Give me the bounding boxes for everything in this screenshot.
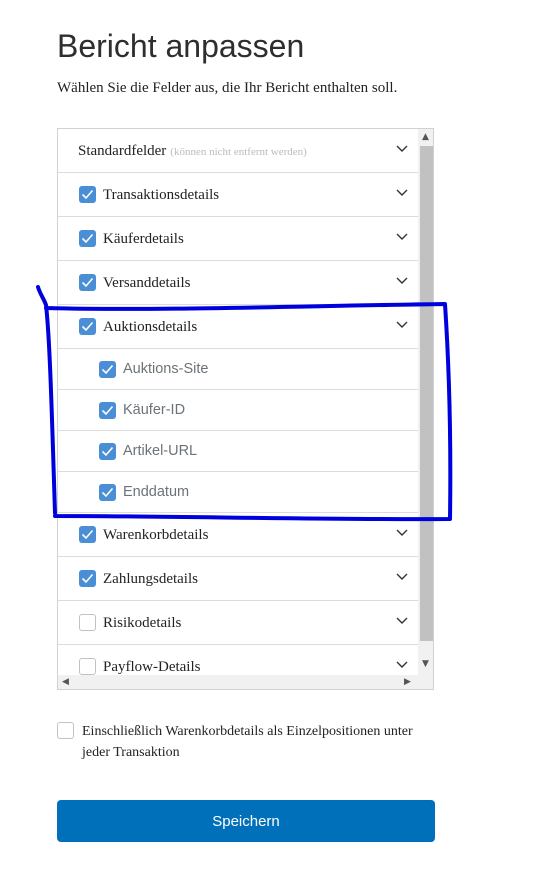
field-row-kaeuferdetails[interactable]: Käuferdetails bbox=[58, 217, 418, 261]
chevron-down-icon[interactable] bbox=[396, 233, 408, 241]
field-row-auktionsdetails[interactable]: Auktionsdetails bbox=[58, 305, 418, 349]
subfield-row-artikel-url[interactable]: Artikel-URL bbox=[58, 431, 418, 472]
save-button[interactable]: Speichern bbox=[57, 800, 435, 842]
field-label: Warenkorbdetails bbox=[103, 527, 209, 543]
field-row-warenkorbdetails[interactable]: Warenkorbdetails bbox=[58, 513, 418, 557]
subfield-row-enddatum[interactable]: Enddatum bbox=[58, 472, 418, 513]
vertical-scrollbar[interactable]: ▲ ▼ bbox=[418, 129, 433, 675]
chevron-down-icon[interactable] bbox=[396, 277, 408, 285]
field-list-panel: Standardfelder (können nicht entfernt wer… bbox=[57, 128, 434, 690]
field-row-risikodetails[interactable]: Risikodetails bbox=[58, 601, 418, 645]
scroll-left-icon[interactable]: ◀ bbox=[62, 677, 69, 687]
page-subtitle: Wählen Sie die Felder aus, die Ihr Beric… bbox=[57, 80, 398, 96]
checkbox[interactable] bbox=[79, 274, 96, 291]
subfield-label: Artikel-URL bbox=[123, 443, 198, 459]
checkbox[interactable] bbox=[79, 186, 96, 203]
field-label: Risikodetails bbox=[103, 615, 182, 631]
scroll-right-icon[interactable]: ▶ bbox=[404, 677, 411, 687]
checkbox[interactable] bbox=[79, 658, 96, 675]
checkbox[interactable] bbox=[79, 526, 96, 543]
chevron-down-icon[interactable] bbox=[396, 145, 408, 153]
checkbox[interactable] bbox=[99, 361, 116, 378]
chevron-down-icon[interactable] bbox=[396, 189, 408, 197]
standard-fields-hint: (können nicht entfernt werden) bbox=[170, 146, 307, 158]
include-cart-details-checkbox[interactable] bbox=[57, 722, 74, 739]
subfield-label: Auktions-Site bbox=[123, 361, 209, 377]
subfield-row-auktions-site[interactable]: Auktions-Site bbox=[58, 349, 418, 390]
field-label: Auktionsdetails bbox=[103, 319, 198, 335]
checkbox[interactable] bbox=[79, 614, 96, 631]
page-title: Bericht anpassen bbox=[57, 28, 305, 64]
chevron-down-icon[interactable] bbox=[396, 661, 408, 669]
checkbox[interactable] bbox=[79, 230, 96, 247]
scroll-up-icon[interactable]: ▲ bbox=[422, 132, 429, 142]
checkbox[interactable] bbox=[99, 484, 116, 501]
field-label: Versanddetails bbox=[103, 275, 191, 291]
field-list: Standardfelder (können nicht entfernt wer… bbox=[58, 129, 418, 689]
checkbox[interactable] bbox=[99, 443, 116, 460]
subfield-label: Enddatum bbox=[123, 484, 190, 500]
include-cart-details-label: Einschließlich Warenkorbdetails als Einz… bbox=[82, 724, 413, 760]
checkbox[interactable] bbox=[99, 402, 116, 419]
field-label: Zahlungsdetails bbox=[103, 571, 198, 587]
field-row-zahlungsdetails[interactable]: Zahlungsdetails bbox=[58, 557, 418, 601]
checkbox[interactable] bbox=[79, 570, 96, 587]
field-label: Transaktionsdetails bbox=[103, 187, 220, 203]
field-label: Käuferdetails bbox=[103, 231, 184, 247]
subfield-row-kaeufer-id[interactable]: Käufer-ID bbox=[58, 390, 418, 431]
chevron-down-icon[interactable] bbox=[396, 529, 408, 537]
field-row-versanddetails[interactable]: Versanddetails bbox=[58, 261, 418, 305]
checkbox[interactable] bbox=[79, 318, 96, 335]
chevron-down-icon[interactable] bbox=[396, 617, 408, 625]
chevron-down-icon[interactable] bbox=[396, 321, 408, 329]
subfield-label: Käufer-ID bbox=[123, 402, 186, 418]
field-row-transaktionsdetails[interactable]: Transaktionsdetails bbox=[58, 173, 418, 217]
standard-fields-label: Standardfelder bbox=[78, 143, 167, 159]
horizontal-scrollbar[interactable]: ◀ ▶ bbox=[58, 675, 433, 689]
chevron-down-icon[interactable] bbox=[396, 573, 408, 581]
scrollbar-thumb[interactable] bbox=[420, 146, 433, 641]
scroll-down-icon[interactable]: ▼ bbox=[422, 659, 429, 669]
standard-fields-row[interactable]: Standardfelder (können nicht entfernt wer… bbox=[58, 129, 418, 173]
